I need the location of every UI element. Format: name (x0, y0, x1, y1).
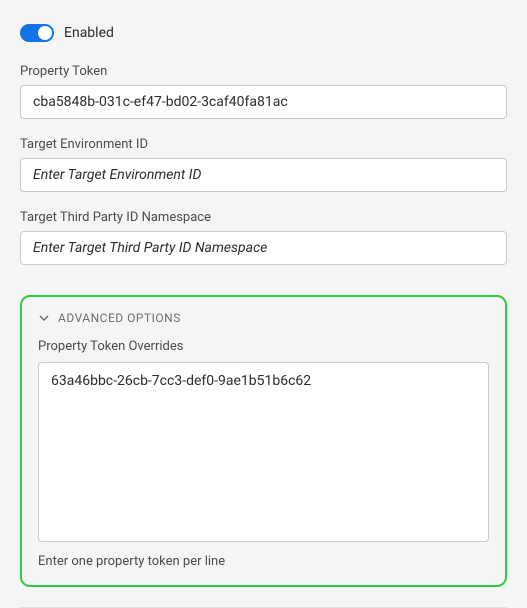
property-token-input[interactable] (20, 85, 507, 119)
property-token-overrides-textarea[interactable] (38, 362, 489, 542)
toggle-knob (38, 26, 52, 40)
advanced-options-header[interactable]: ADVANCED OPTIONS (38, 311, 489, 325)
third-party-ns-label: Target Third Party ID Namespace (20, 210, 507, 225)
property-token-group: Property Token (20, 64, 507, 119)
advanced-options-title: ADVANCED OPTIONS (58, 311, 181, 325)
advanced-options-section: ADVANCED OPTIONS Property Token Override… (20, 295, 507, 587)
target-env-id-input[interactable] (20, 158, 507, 192)
target-env-id-label: Target Environment ID (20, 137, 507, 152)
enabled-label: Enabled (64, 25, 114, 41)
overrides-help-text: Enter one property token per line (38, 554, 489, 569)
third-party-ns-group: Target Third Party ID Namespace (20, 210, 507, 265)
target-env-id-group: Target Environment ID (20, 137, 507, 192)
chevron-down-icon (38, 312, 50, 324)
overrides-label: Property Token Overrides (38, 339, 489, 354)
enabled-toggle[interactable] (20, 24, 54, 42)
property-token-label: Property Token (20, 64, 507, 79)
enabled-toggle-row: Enabled (20, 24, 507, 42)
third-party-ns-input[interactable] (20, 231, 507, 265)
